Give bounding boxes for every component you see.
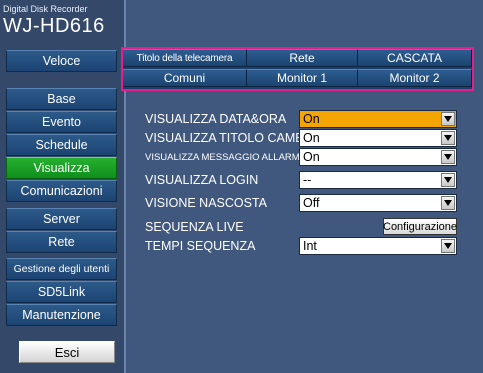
chevron-down-icon[interactable] <box>441 131 455 145</box>
label-visualizza-titolo-camera: VISUALIZZA TITOLO CAMERA <box>145 131 299 145</box>
select-visualizza-login[interactable]: -- <box>299 171 457 189</box>
sidebar-item-schedule[interactable]: Schedule <box>6 134 117 156</box>
tab-monitor-2[interactable]: Monitor 2 <box>358 69 472 87</box>
select-visione-nascosta[interactable]: Off <box>299 194 457 212</box>
label-visione-nascosta: VISIONE NASCOSTA <box>145 196 268 210</box>
select-value: On <box>303 150 320 164</box>
select-visualizza-data-ora[interactable]: On <box>299 110 457 128</box>
sidebar-item-manutenzione[interactable]: Manutenzione <box>6 304 117 326</box>
select-visualizza-messaggio-allarme[interactable]: On <box>299 148 457 166</box>
select-value: Off <box>303 196 320 210</box>
select-value: -- <box>303 173 312 187</box>
label-sequenza-live: SEQUENZA LIVE <box>145 220 244 234</box>
screen: Digital Disk Recorder WJ-HD616 Veloce Ba… <box>0 0 483 373</box>
tab-comuni[interactable]: Comuni <box>123 69 247 87</box>
label-visualizza-login: VISUALIZZA LOGIN <box>145 173 259 187</box>
tab-cascata[interactable]: CASCATA <box>358 49 472 67</box>
chevron-down-icon[interactable] <box>441 239 455 253</box>
sidebar-item-base[interactable]: Base <box>6 88 117 110</box>
tab-group: Titolo della telecamera Rete CASCATA Com… <box>121 47 474 91</box>
chevron-down-icon[interactable] <box>441 196 455 210</box>
sidebar-item-sd5link[interactable]: SD5Link <box>6 281 117 303</box>
sidebar-item-visualizza[interactable]: Visualizza <box>6 157 117 179</box>
label-visualizza-messaggio-allarme: VISUALIZZA MESSAGGIO ALLARME <box>145 151 299 163</box>
label-visualizza-data-ora: VISUALIZZA DATA&ORA <box>145 112 287 126</box>
configurazione-button[interactable]: Configurazione <box>383 218 457 235</box>
chevron-down-icon[interactable] <box>441 112 455 126</box>
exit-button[interactable]: Esci <box>19 341 115 363</box>
select-value: Int <box>303 239 317 253</box>
sidebar-item-comunicazioni[interactable]: Comunicazioni <box>6 180 117 202</box>
sidebar-item-server[interactable]: Server <box>6 208 117 230</box>
tab-rete[interactable]: Rete <box>247 49 358 67</box>
chevron-down-icon[interactable] <box>441 150 455 164</box>
select-tempi-sequenza[interactable]: Int <box>299 237 457 255</box>
tab-titolo-telecamera[interactable]: Titolo della telecamera <box>123 49 247 67</box>
sidebar-item-rete[interactable]: Rete <box>6 231 117 253</box>
chevron-down-icon[interactable] <box>441 173 455 187</box>
select-value: On <box>303 112 320 126</box>
sidebar-item-veloce[interactable]: Veloce <box>6 50 117 72</box>
tab-monitor-1[interactable]: Monitor 1 <box>247 69 358 87</box>
select-value: On <box>303 131 320 145</box>
brand-block: Digital Disk Recorder WJ-HD616 <box>3 4 121 48</box>
sidebar-item-evento[interactable]: Evento <box>6 111 117 133</box>
sidebar: Digital Disk Recorder WJ-HD616 Veloce Ba… <box>0 0 124 373</box>
brand-model: WJ-HD616 <box>3 15 105 37</box>
select-visualizza-titolo-camera[interactable]: On <box>299 129 457 147</box>
label-tempi-sequenza: TEMPI SEQUENZA <box>145 239 256 253</box>
sidebar-item-gestione-utenti[interactable]: Gestione degli utenti <box>6 258 117 280</box>
